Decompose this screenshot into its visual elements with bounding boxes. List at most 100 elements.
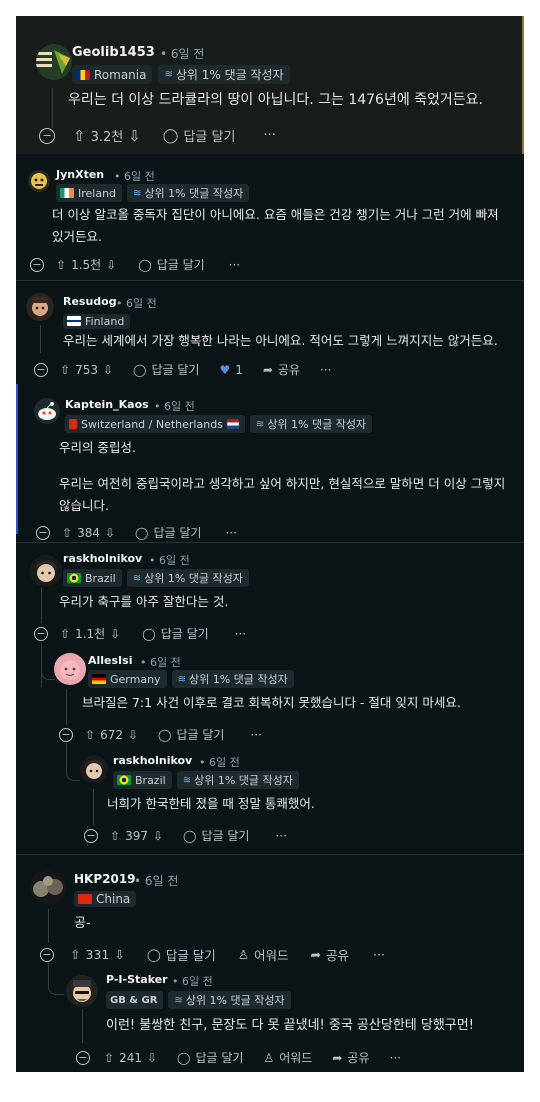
upvote-icon[interactable]: ⇧ bbox=[85, 728, 95, 742]
reaction-button[interactable]: ♥ 1 bbox=[219, 363, 242, 377]
collapse-icon[interactable]: − bbox=[36, 525, 50, 540]
more-button[interactable]: ··· bbox=[235, 627, 246, 641]
timestamp: • 6일 전 bbox=[154, 400, 195, 413]
vote-count: 753 bbox=[75, 362, 98, 377]
comment-text-2: 우리는 여전히 중립국이라고 생각하고 싶어 하지만, 현실적으로 말하면 더 … bbox=[59, 476, 506, 513]
reply-button[interactable]: ◯ 답글 달기 bbox=[183, 827, 249, 844]
comment-bubble-icon: ◯ bbox=[138, 257, 152, 272]
reply-button[interactable]: ◯ 답글 달기 bbox=[163, 126, 236, 146]
upvote-icon[interactable]: ⇧ bbox=[62, 526, 72, 540]
downvote-icon[interactable]: ⇩ bbox=[153, 829, 163, 843]
thread-line[interactable] bbox=[40, 325, 41, 353]
romania-flag-icon bbox=[76, 69, 90, 80]
reply-button[interactable]: ◯ 답글 달기 bbox=[135, 524, 201, 541]
username[interactable]: Kaptein_Kaos bbox=[65, 398, 149, 411]
collapse-icon[interactable]: − bbox=[59, 727, 73, 742]
ireland-flag-icon bbox=[60, 188, 74, 198]
avatar[interactable] bbox=[26, 293, 54, 321]
username[interactable]: raskholnikov bbox=[113, 754, 192, 767]
downvote-icon[interactable]: ⇩ bbox=[128, 728, 138, 742]
flair-china: China bbox=[74, 891, 137, 907]
germany-flag-icon bbox=[92, 674, 106, 684]
collapse-icon[interactable]: − bbox=[34, 362, 48, 377]
flair-gb-gr: GB & GR bbox=[106, 991, 164, 1009]
more-button[interactable]: ··· bbox=[320, 363, 331, 377]
avatar[interactable] bbox=[66, 975, 98, 1007]
share-button[interactable]: ➦ 공유 bbox=[263, 361, 300, 378]
comment-geolib1453: Geolib1453 • 6일 전 Romania ≋ 상위 1% 댓글 작성자 … bbox=[16, 16, 524, 154]
thread-line[interactable] bbox=[93, 789, 94, 825]
award-button[interactable]: ♙ 어워드 bbox=[238, 945, 289, 964]
username[interactable]: HKP2019 bbox=[74, 872, 136, 886]
upvote-icon[interactable]: ⇧ bbox=[60, 627, 70, 641]
comment-text: 더 이상 알코올 중독자 집단이 아니에요. 요즘 애들은 건강 챙기는 거나 … bbox=[52, 207, 499, 244]
reply-button[interactable]: ◯ 답글 달기 bbox=[138, 256, 204, 273]
avatar[interactable] bbox=[36, 44, 72, 80]
upvote-icon[interactable]: ⇧ bbox=[110, 829, 120, 843]
thread-line[interactable] bbox=[52, 88, 53, 128]
share-button[interactable]: ➦ 공유 bbox=[332, 1049, 369, 1066]
vote-count: 397 bbox=[125, 828, 148, 843]
top-commenter-icon: ≋ bbox=[164, 69, 173, 80]
downvote-icon[interactable]: ⇩ bbox=[110, 627, 120, 641]
thread-line[interactable] bbox=[66, 689, 67, 725]
reply-button[interactable]: ◯ 답글 달기 bbox=[133, 361, 199, 378]
more-button[interactable]: ··· bbox=[225, 526, 236, 540]
upvote-icon[interactable]: ⇧ bbox=[70, 947, 80, 962]
username[interactable]: JynXten bbox=[56, 168, 104, 181]
upvote-icon[interactable]: ⇧ bbox=[104, 1051, 114, 1065]
collapse-icon[interactable]: − bbox=[39, 127, 55, 144]
collapse-icon[interactable]: − bbox=[40, 947, 54, 962]
avatar[interactable] bbox=[30, 869, 66, 905]
award-button[interactable]: ♙ 어워드 bbox=[263, 1049, 312, 1066]
more-button[interactable]: ··· bbox=[263, 128, 275, 143]
comment-bubble-icon: ◯ bbox=[146, 947, 161, 962]
upvote-icon[interactable]: ⇧ bbox=[60, 363, 70, 377]
username[interactable]: Geolib1453 bbox=[72, 45, 155, 60]
timestamp: • 6일 전 bbox=[149, 554, 190, 567]
vote-count: 3.2천 bbox=[90, 130, 124, 145]
reply-button[interactable]: ◯ 답글 달기 bbox=[147, 945, 216, 964]
reply-button[interactable]: ◯ 답글 달기 bbox=[142, 625, 208, 642]
avatar[interactable] bbox=[34, 398, 60, 424]
avatar[interactable] bbox=[28, 170, 50, 192]
comment-bubble-icon: ◯ bbox=[135, 525, 149, 540]
downvote-icon[interactable]: ⇩ bbox=[114, 947, 124, 962]
broken-heart-icon: ♥ bbox=[219, 362, 231, 377]
avatar[interactable] bbox=[80, 755, 108, 783]
avatar[interactable] bbox=[30, 555, 62, 587]
thread-line[interactable] bbox=[48, 909, 49, 943]
more-button[interactable]: ··· bbox=[275, 829, 286, 843]
top-commenter-badge: ≋ 상위 1% 댓글 작성자 bbox=[171, 670, 294, 688]
thread-line[interactable] bbox=[41, 587, 42, 623]
collapse-icon[interactable]: − bbox=[76, 1050, 90, 1065]
downvote-icon[interactable]: ⇩ bbox=[105, 526, 115, 540]
collapse-icon[interactable]: − bbox=[30, 257, 44, 272]
more-button[interactable]: ··· bbox=[229, 258, 240, 272]
more-button[interactable]: ··· bbox=[373, 947, 385, 962]
share-button[interactable]: ➦ 공유 bbox=[311, 945, 350, 964]
downvote-icon[interactable]: ⇩ bbox=[103, 363, 113, 377]
reply-button[interactable]: ◯ 답글 달기 bbox=[177, 1049, 243, 1066]
comment-text: 이런! 불쌍한 친구, 문장도 다 못 끝냈네! 중국 공산당한테 당했구먼! bbox=[106, 1018, 474, 1033]
downvote-icon[interactable]: ⇩ bbox=[106, 258, 116, 272]
username[interactable]: AllesIsi bbox=[88, 654, 132, 667]
downvote-icon[interactable]: ⇩ bbox=[128, 127, 141, 145]
reply-button[interactable]: ◯ 답글 달기 bbox=[158, 726, 224, 743]
vote-count: 1.5천 bbox=[71, 258, 102, 272]
more-button[interactable]: ··· bbox=[250, 728, 261, 742]
collapse-icon[interactable]: − bbox=[34, 626, 48, 641]
username[interactable]: Resudog bbox=[63, 295, 117, 308]
upvote-icon[interactable]: ⇧ bbox=[73, 127, 86, 145]
upvote-icon[interactable]: ⇧ bbox=[56, 258, 66, 272]
thread-line[interactable] bbox=[82, 1009, 83, 1043]
downvote-icon[interactable]: ⇩ bbox=[147, 1051, 157, 1065]
username[interactable]: raskholnikov bbox=[63, 552, 142, 565]
username[interactable]: P-I-Staker bbox=[106, 973, 168, 986]
brazil-flag-icon bbox=[67, 573, 81, 583]
flair-brazil: Brazil bbox=[63, 569, 122, 587]
avatar[interactable] bbox=[54, 653, 86, 685]
flair-ireland: Ireland bbox=[56, 184, 123, 202]
collapse-icon[interactable]: − bbox=[84, 828, 98, 843]
more-button[interactable]: ··· bbox=[390, 1051, 401, 1065]
